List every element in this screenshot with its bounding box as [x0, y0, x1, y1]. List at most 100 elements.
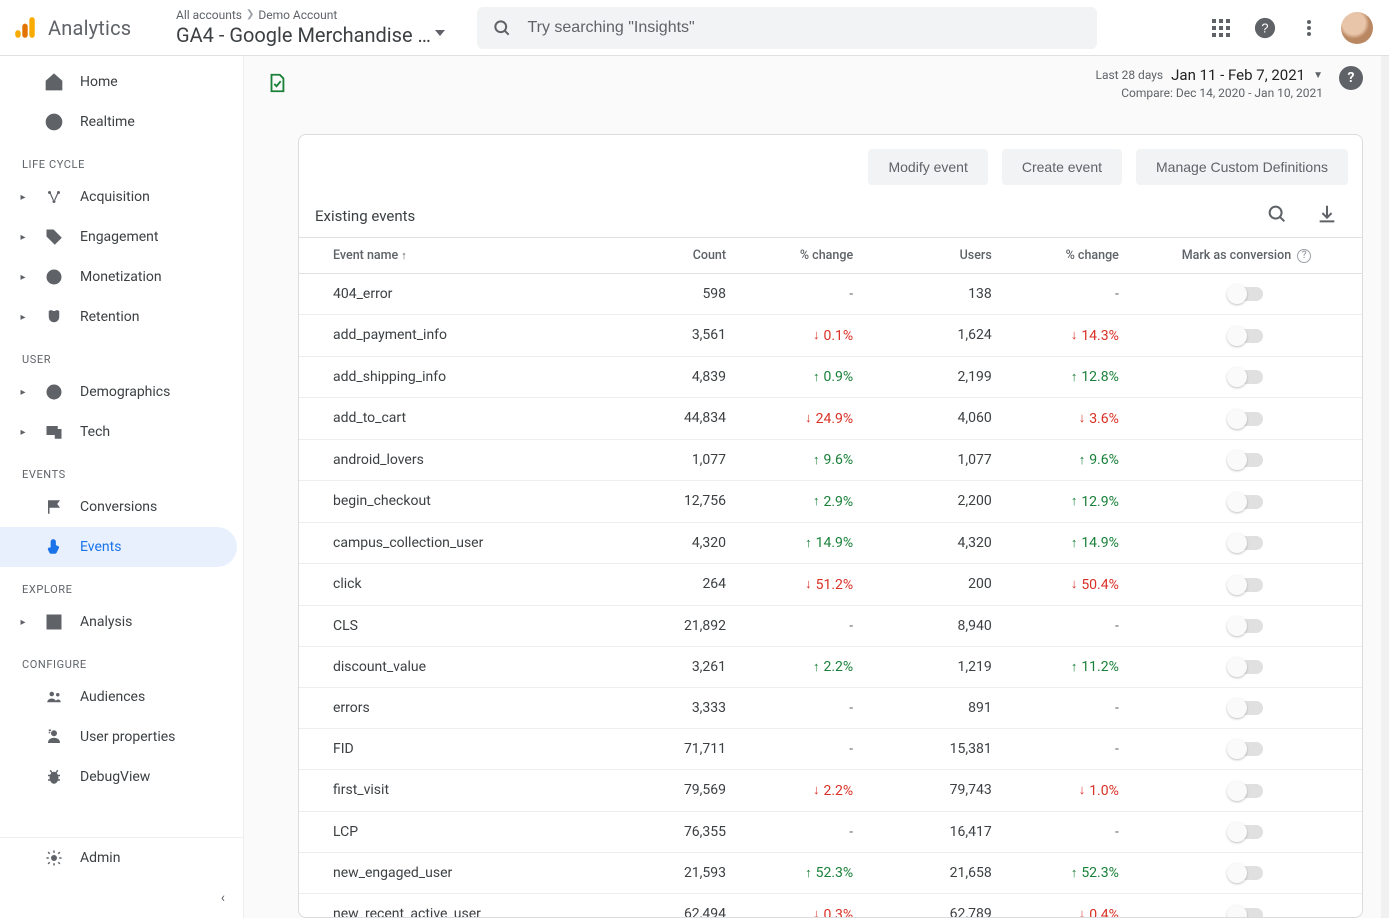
sidebar-item-admin[interactable]: Admin — [0, 838, 237, 878]
date-prefix: Last 28 days — [1096, 68, 1164, 82]
table-row[interactable]: FID71,711-15,381- — [299, 729, 1362, 770]
sidebar-item-monetization[interactable]: ▸ $ Monetization — [0, 257, 237, 297]
manage-custom-defs-button[interactable]: Manage Custom Definitions — [1136, 149, 1348, 185]
sidebar-item-conversions[interactable]: Conversions — [0, 487, 237, 527]
cell-users: 62,789 — [865, 894, 1004, 918]
date-range-picker[interactable]: Last 28 days Jan 11 - Feb 7, 2021 ▼ Comp… — [1096, 66, 1324, 100]
table-row[interactable]: first_visit79,569↓2.2%79,743↓1.0% — [299, 770, 1362, 812]
table-row[interactable]: add_to_cart44,834↓24.9%4,060↓3.6% — [299, 398, 1362, 440]
table-row[interactable]: add_shipping_info4,839↑0.9%2,199↑12.8% — [299, 356, 1362, 398]
conversion-toggle[interactable] — [1229, 578, 1263, 592]
conversion-toggle[interactable] — [1229, 495, 1263, 509]
sample-check-icon[interactable] — [266, 72, 288, 94]
sidebar-item-retention[interactable]: ▸ Retention — [0, 297, 237, 337]
page-scrollbar[interactable] — [1381, 56, 1389, 918]
user-properties-icon — [44, 727, 64, 747]
cell-users-change: ↓1.0% — [1004, 770, 1131, 812]
table-row[interactable]: new_engaged_user21,593↑52.3%21,658↑52.3% — [299, 852, 1362, 894]
sidebar-item-engagement[interactable]: ▸ Engagement — [0, 217, 237, 257]
table-row[interactable]: errors3,333-891- — [299, 688, 1362, 729]
conversion-toggle[interactable] — [1229, 784, 1263, 798]
conversion-toggle[interactable] — [1229, 412, 1263, 426]
cell-event-name: first_visit — [299, 770, 623, 812]
search-icon — [491, 16, 514, 40]
table-row[interactable]: discount_value3,261↑2.2%1,219↑11.2% — [299, 646, 1362, 688]
th-users[interactable]: Users — [865, 238, 1004, 274]
conversion-toggle[interactable] — [1229, 287, 1263, 301]
sidebar-item-home[interactable]: Home — [0, 62, 237, 102]
conversion-toggle[interactable] — [1229, 536, 1263, 550]
trend-up-icon: ↑ — [813, 371, 820, 384]
conversion-toggle[interactable] — [1229, 619, 1263, 633]
trend-up-icon: ↑ — [813, 454, 820, 467]
cell-count: 12,756 — [623, 481, 739, 523]
conversion-toggle[interactable] — [1229, 329, 1263, 343]
th-event-name[interactable]: Event name↑ — [299, 238, 623, 274]
table-row[interactable]: 404_error598-138- — [299, 274, 1362, 315]
more-vert-icon[interactable] — [1297, 16, 1321, 40]
sidebar-collapse-button[interactable]: ‹ — [0, 878, 243, 918]
table-row[interactable]: CLS21,892-8,940- — [299, 605, 1362, 646]
conversion-toggle[interactable] — [1229, 370, 1263, 384]
cell-mark-conversion — [1131, 770, 1362, 812]
trend-up-icon: ↑ — [1071, 495, 1078, 508]
th-count-change[interactable]: % change — [738, 238, 865, 274]
chart-icon — [44, 612, 64, 632]
table-row[interactable]: add_payment_info3,561↓0.1%1,624↓14.3% — [299, 315, 1362, 357]
cell-event-name: add_shipping_info — [299, 356, 623, 398]
sidebar: Home Realtime Life cycle ▸ Acquisition ▸… — [0, 56, 244, 918]
table-search-icon[interactable] — [1266, 203, 1288, 229]
create-event-button[interactable]: Create event — [1002, 149, 1122, 185]
trend-down-icon: ↓ — [813, 908, 820, 917]
top-bar: Analytics All accounts ❯ Demo Account GA… — [0, 0, 1389, 56]
search-input[interactable] — [527, 19, 1082, 37]
table-row[interactable]: LCP76,355-16,417- — [299, 811, 1362, 852]
table-row[interactable]: begin_checkout12,756↑2.9%2,200↑12.9% — [299, 481, 1362, 523]
sidebar-item-user-properties[interactable]: User properties — [0, 717, 237, 757]
conversion-toggle[interactable] — [1229, 825, 1263, 839]
sidebar-item-tech[interactable]: ▸ Tech — [0, 412, 237, 452]
cell-count: 4,320 — [623, 522, 739, 564]
page-help-icon[interactable]: ? — [1339, 66, 1363, 90]
account-property-picker[interactable]: All accounts ❯ Demo Account GA4 - Google… — [176, 8, 445, 48]
date-compare: Compare: Dec 14, 2020 - Jan 10, 2021 — [1096, 86, 1324, 100]
apps-grid-icon[interactable] — [1209, 16, 1233, 40]
conversion-toggle[interactable] — [1229, 453, 1263, 467]
avatar[interactable] — [1341, 12, 1373, 44]
cell-count: 76,355 — [623, 811, 739, 852]
sidebar-section-explore: Explore — [0, 567, 243, 602]
modify-event-button[interactable]: Modify event — [868, 149, 987, 185]
table-row[interactable]: new_recent_active_user62,494↓0.3%62,789↓… — [299, 894, 1362, 918]
cell-event-name: new_recent_active_user — [299, 894, 623, 918]
sidebar-item-debugview[interactable]: DebugView — [0, 757, 237, 797]
conversion-toggle[interactable] — [1229, 908, 1263, 917]
table-row[interactable]: campus_collection_user4,320↑14.9%4,320↑1… — [299, 522, 1362, 564]
th-count[interactable]: Count — [623, 238, 739, 274]
sidebar-item-audiences[interactable]: Audiences — [0, 677, 237, 717]
search-box[interactable] — [477, 7, 1097, 49]
cell-users-change: - — [1004, 729, 1131, 770]
card-title: Existing events — [315, 207, 415, 225]
sidebar-item-label: DebugView — [80, 769, 150, 785]
table-row[interactable]: click264↓51.2%200↓50.4% — [299, 564, 1362, 606]
sidebar-item-analysis[interactable]: ▸ Analysis — [0, 602, 237, 642]
caret-right-icon: ▸ — [18, 312, 28, 323]
devices-icon — [44, 422, 64, 442]
sidebar-item-events[interactable]: Events — [0, 527, 237, 567]
conversion-toggle[interactable] — [1229, 866, 1263, 880]
conversion-toggle[interactable] — [1229, 660, 1263, 674]
brand-block[interactable]: Analytics — [12, 15, 160, 41]
help-tooltip-icon[interactable]: ? — [1297, 249, 1311, 263]
sidebar-item-demographics[interactable]: ▸ Demographics — [0, 372, 237, 412]
trend-up-icon: ↑ — [1071, 371, 1078, 384]
th-users-change[interactable]: % change — [1004, 238, 1131, 274]
conversion-toggle[interactable] — [1229, 742, 1263, 756]
sidebar-item-realtime[interactable]: Realtime — [0, 102, 237, 142]
download-icon[interactable] — [1316, 203, 1338, 229]
table-row[interactable]: android_lovers1,077↑9.6%1,077↑9.6% — [299, 439, 1362, 481]
conversion-toggle[interactable] — [1229, 701, 1263, 715]
cell-mark-conversion — [1131, 564, 1362, 606]
help-icon[interactable]: ? — [1253, 16, 1277, 40]
sidebar-item-acquisition[interactable]: ▸ Acquisition — [0, 177, 237, 217]
cell-mark-conversion — [1131, 481, 1362, 523]
